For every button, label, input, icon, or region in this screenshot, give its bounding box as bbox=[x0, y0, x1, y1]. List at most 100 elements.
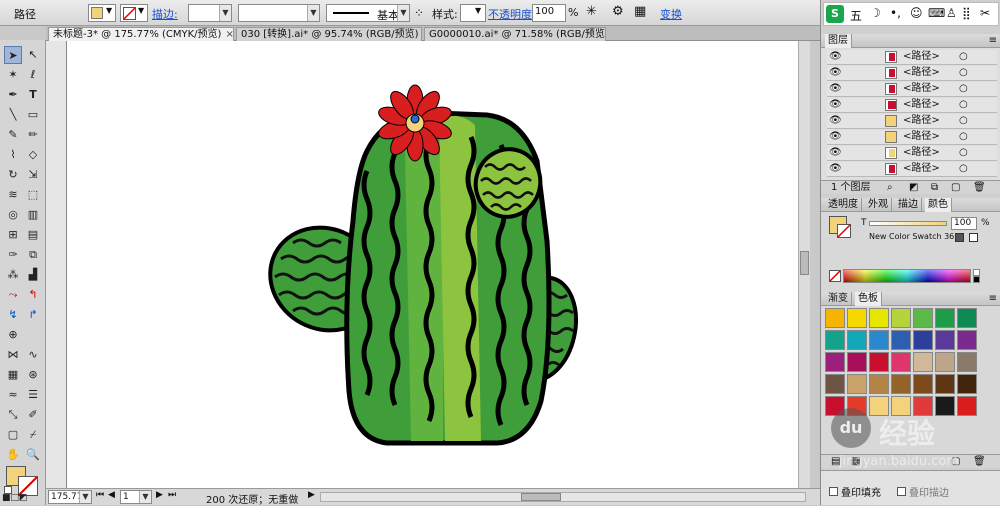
artboard-tool-icon[interactable]: ▢ bbox=[4, 426, 22, 444]
color-swatch[interactable] bbox=[825, 308, 845, 328]
rotate-tool-icon[interactable]: ↻ bbox=[4, 166, 22, 184]
overprint-stroke-checkbox[interactable] bbox=[897, 487, 906, 496]
white-swatch[interactable] bbox=[969, 233, 978, 242]
stroke-link[interactable]: 描边: bbox=[152, 6, 178, 22]
scale-tool-icon[interactable]: ⇲ bbox=[24, 166, 42, 184]
hand-tool-icon[interactable]: ✋ bbox=[4, 446, 22, 464]
color-swatch[interactable] bbox=[825, 352, 845, 372]
page-dropdown[interactable]: 1 ▼ bbox=[120, 490, 152, 504]
gradient-tool-icon[interactable]: ▤ bbox=[24, 226, 42, 244]
color-swatch[interactable] bbox=[869, 352, 889, 372]
layers-panel-header[interactable]: 图层 ≡ bbox=[821, 34, 1000, 48]
style-options-icon[interactable]: ⁘ bbox=[414, 6, 424, 20]
layer-row[interactable]: 👁 <路径> ○ bbox=[827, 146, 997, 161]
color-swatch[interactable] bbox=[847, 374, 867, 394]
tab-document-1[interactable]: 未标题-3* @ 175.77% (CMYK/预览) × bbox=[48, 27, 234, 41]
moon-icon[interactable]: ☽ bbox=[870, 6, 881, 20]
color-swatch[interactable] bbox=[935, 352, 955, 372]
zoom-dropdown[interactable]: 175.77% ▼ bbox=[48, 490, 92, 504]
color-swatch[interactable] bbox=[957, 308, 977, 328]
tab-transparency[interactable]: 透明度 bbox=[825, 198, 862, 212]
color-swatch[interactable] bbox=[957, 352, 977, 372]
panel-menu-icon[interactable]: ≡ bbox=[989, 34, 997, 47]
color-spectrum[interactable] bbox=[843, 269, 971, 283]
layer-row[interactable]: 👁 <路径> ○ bbox=[827, 50, 997, 65]
white-chip[interactable] bbox=[973, 269, 980, 276]
target-icon[interactable]: ○ bbox=[959, 98, 968, 112]
eye-icon[interactable]: 👁 bbox=[829, 146, 842, 160]
paintbrush-tool-icon[interactable]: ✎ bbox=[4, 126, 22, 144]
target-icon[interactable]: ○ bbox=[959, 130, 968, 144]
ime-mode-label[interactable]: 五 bbox=[850, 7, 862, 24]
target-icon[interactable]: ○ bbox=[959, 82, 968, 96]
target-icon[interactable]: ○ bbox=[959, 50, 968, 64]
color-swatch[interactable] bbox=[847, 308, 867, 328]
horizontal-scrollbar[interactable] bbox=[320, 492, 806, 502]
close-icon[interactable]: × bbox=[225, 29, 233, 40]
last-page-icon[interactable]: ⏭ bbox=[168, 490, 176, 500]
color-swatch[interactable] bbox=[913, 308, 933, 328]
free-transform-tool-icon[interactable]: ⬚ bbox=[24, 186, 42, 204]
smile-icon[interactable]: ☺ bbox=[910, 6, 923, 20]
anchor-tool-icon[interactable]: ↯ bbox=[4, 306, 22, 324]
next-page-icon[interactable]: ▶ bbox=[156, 490, 163, 500]
tab-color[interactable]: 颜色 bbox=[925, 198, 952, 212]
tint-slider[interactable] bbox=[869, 221, 947, 226]
user-icon[interactable]: ♙ bbox=[946, 6, 957, 20]
trash-icon[interactable]: 🗑 bbox=[973, 181, 986, 194]
eye-icon[interactable]: 👁 bbox=[829, 162, 842, 176]
column-graph-tool-icon[interactable]: ▟ bbox=[24, 266, 42, 284]
eye-icon[interactable]: 👁 bbox=[829, 98, 842, 112]
align-icon[interactable]: ▦ bbox=[634, 4, 646, 19]
tab-document-3[interactable]: G0000010.ai* @ 71.58% (RGB/预览)× bbox=[424, 27, 606, 41]
blend-tool-icon[interactable]: ⧉ bbox=[24, 246, 42, 264]
layer-row[interactable]: 👁 <路径> ○ bbox=[827, 82, 997, 97]
eye-icon[interactable]: 👁 bbox=[829, 66, 842, 80]
slice-tool-icon[interactable]: ⌿ bbox=[24, 426, 42, 444]
pencil-tool-icon[interactable]: ✏ bbox=[24, 126, 42, 144]
eye-icon[interactable]: 👁 bbox=[829, 50, 842, 64]
shape-builder-tool-icon[interactable]: ◎ bbox=[4, 206, 22, 224]
overprint-fill-checkbox[interactable] bbox=[829, 487, 838, 496]
pen-tool-icon[interactable]: ✒ bbox=[4, 86, 22, 104]
layer-row[interactable]: 👁 <路径> ○ bbox=[827, 130, 997, 145]
transform-link[interactable]: 变换 bbox=[660, 6, 682, 22]
stroke-none-box[interactable] bbox=[837, 224, 851, 238]
eye-icon[interactable]: 👁 bbox=[829, 114, 842, 128]
layer-row[interactable]: 👁 <路径> ○ bbox=[827, 98, 997, 113]
clipping-mask-icon[interactable]: ◩ bbox=[909, 181, 918, 194]
eyedropper-alt-icon[interactable]: ✐ bbox=[24, 406, 42, 424]
tab-document-2[interactable]: 030 [转换].ai* @ 95.74% (RGB/预览)× bbox=[236, 27, 422, 41]
vertical-scrollbar[interactable] bbox=[798, 41, 810, 488]
layer-row[interactable]: 👁 <路径> ○ bbox=[827, 162, 997, 177]
layers-list[interactable]: 👁 <路径> ○ 👁 <路径> ○ 👁 <路径> ○ 👁 <路径> ○ 👁 <路… bbox=[821, 48, 1000, 180]
measure-tool-icon[interactable]: ⤡ bbox=[4, 406, 22, 424]
color-swatch[interactable] bbox=[891, 308, 911, 328]
eye-icon[interactable]: 👁 bbox=[829, 82, 842, 96]
document-canvas[interactable] bbox=[46, 41, 810, 488]
color-swatch[interactable] bbox=[891, 352, 911, 372]
tab-appearance[interactable]: 外观 bbox=[865, 198, 892, 212]
none-color-icon[interactable] bbox=[829, 270, 841, 282]
grid-icon[interactable]: ⣿ bbox=[962, 6, 971, 20]
ime-toolbar[interactable]: S 五 ☽ •, ☺ ⌨ ♙ ⣿ ✂ bbox=[823, 2, 999, 26]
smooth-tool-icon[interactable]: ↱ bbox=[24, 306, 42, 324]
color-swatch[interactable] bbox=[913, 374, 933, 394]
envelope-tool-icon[interactable]: ⋈ bbox=[4, 346, 22, 364]
color-swatch[interactable] bbox=[869, 374, 889, 394]
eyedropper-tool-icon[interactable]: ✑ bbox=[4, 246, 22, 264]
cactus-illustration[interactable] bbox=[67, 41, 810, 488]
first-page-icon[interactable]: ⏮ bbox=[96, 490, 104, 500]
variable-width-dropdown[interactable]: ▼ bbox=[238, 4, 320, 22]
status-menu-icon[interactable]: ▶ bbox=[308, 490, 315, 500]
color-swatch[interactable] bbox=[847, 330, 867, 350]
color-swatch[interactable] bbox=[825, 374, 845, 394]
list-tool-icon[interactable]: ☰ bbox=[24, 386, 42, 404]
black-chip[interactable] bbox=[973, 276, 980, 283]
scrollbar-thumb[interactable] bbox=[800, 251, 809, 275]
width-tool-icon[interactable]: ⤳ bbox=[4, 286, 22, 304]
wave-tool-icon[interactable]: ∿ bbox=[24, 346, 42, 364]
line-tool-icon[interactable]: ╲ bbox=[4, 106, 22, 124]
artboard[interactable] bbox=[66, 41, 810, 488]
eye-icon[interactable]: 👁 bbox=[829, 130, 842, 144]
